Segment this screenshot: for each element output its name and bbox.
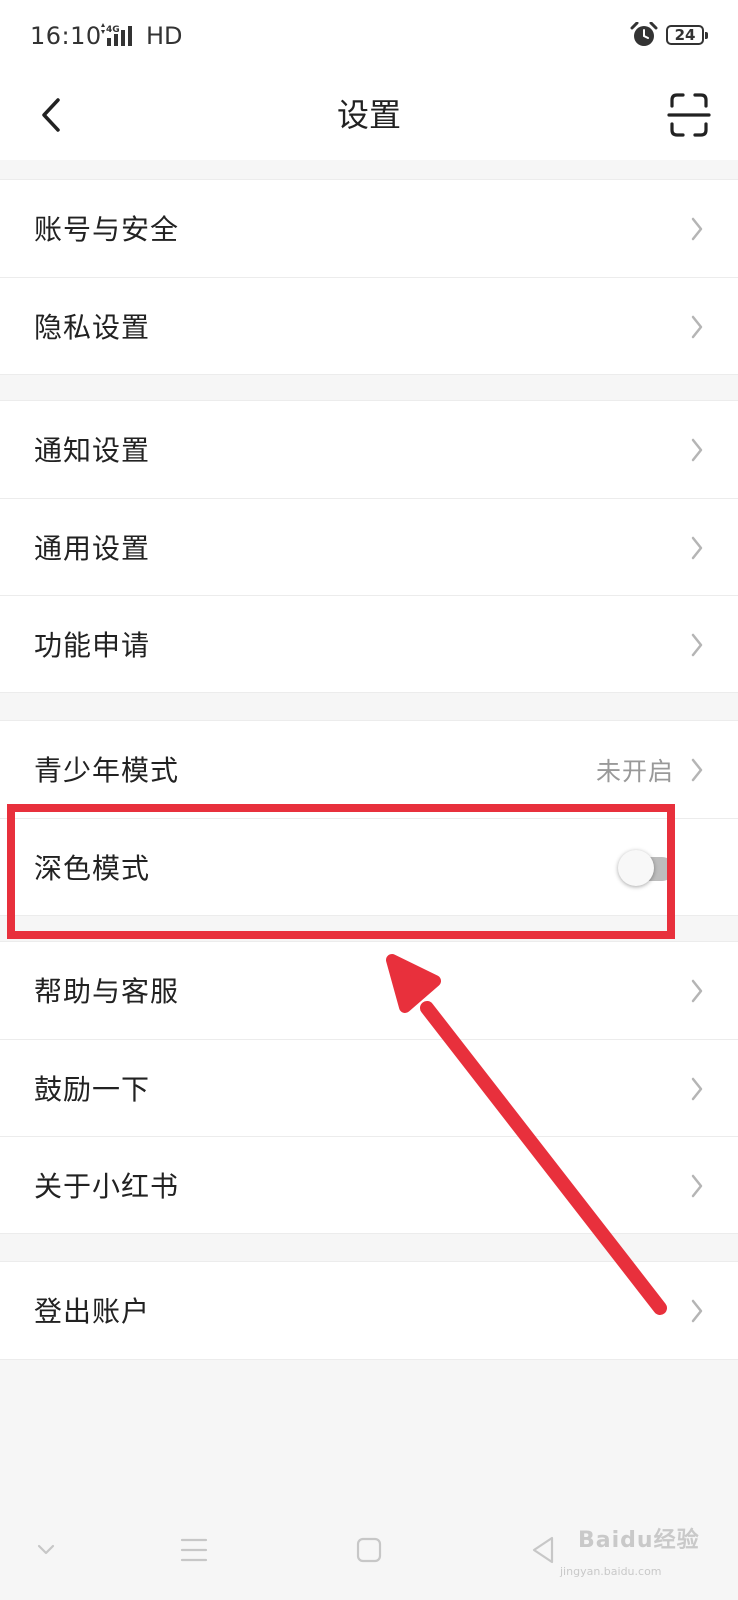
settings-group: 青少年模式 未开启 深色模式	[0, 720, 738, 916]
settings-item-notifications[interactable]: 通知设置	[0, 401, 738, 498]
chevron-right-icon	[691, 536, 703, 560]
nav-bar: 设置	[0, 72, 738, 160]
page-title: 设置	[336, 96, 401, 134]
toggle-knob	[618, 850, 654, 886]
chevron-down-icon[interactable]	[36, 1543, 56, 1557]
chevron-right-icon	[691, 979, 703, 1003]
home-icon[interactable]	[356, 1537, 382, 1563]
settings-item-account-security[interactable]: 账号与安全	[0, 180, 738, 277]
dark-mode-toggle[interactable]	[618, 850, 674, 886]
settings-item-about[interactable]: 关于小红书	[0, 1136, 738, 1233]
signal-icon: 4G	[98, 22, 142, 52]
settings-group: 账号与安全 隐私设置	[0, 179, 738, 375]
chevron-right-icon	[691, 633, 703, 657]
settings-item-label: 功能申请	[34, 629, 151, 662]
settings-group: 登出账户	[0, 1261, 738, 1360]
settings-item-label: 关于小红书	[34, 1170, 180, 1203]
watermark-url: jingyan.baidu.com	[560, 1565, 662, 1578]
alarm-icon	[630, 21, 658, 52]
chevron-right-icon	[691, 1077, 703, 1101]
settings-item-teen-mode[interactable]: 青少年模式 未开启	[0, 721, 738, 818]
network-type: 4G	[106, 25, 120, 35]
settings-item-label: 鼓励一下	[34, 1073, 151, 1106]
settings-item-general[interactable]: 通用设置	[0, 498, 738, 595]
hd-indicator: HD	[146, 22, 183, 50]
settings-item-label: 账号与安全	[34, 213, 180, 246]
settings-item-label: 深色模式	[34, 852, 151, 885]
settings-item-logout[interactable]: 登出账户	[0, 1262, 738, 1359]
settings-item-label: 通知设置	[34, 434, 151, 467]
settings-item-label: 隐私设置	[34, 311, 151, 344]
chevron-right-icon	[691, 1174, 703, 1198]
chevron-right-icon	[691, 438, 703, 462]
back-triangle-icon[interactable]	[530, 1535, 556, 1565]
settings-item-label: 通用设置	[34, 532, 151, 565]
settings-item-feature-request[interactable]: 功能申请	[0, 595, 738, 692]
scan-button[interactable]	[664, 88, 714, 142]
settings-item-label: 帮助与客服	[34, 975, 180, 1008]
settings-item-help[interactable]: 帮助与客服	[0, 942, 738, 1039]
teen-mode-status: 未开启	[595, 757, 674, 786]
settings-group: 通知设置 通用设置 功能申请	[0, 400, 738, 693]
chevron-right-icon	[691, 1299, 703, 1323]
chevron-right-icon	[691, 758, 703, 782]
settings-group: 帮助与客服 鼓励一下 关于小红书	[0, 941, 738, 1234]
settings-item-label: 登出账户	[34, 1295, 151, 1328]
settings-item-label: 青少年模式	[34, 754, 180, 787]
settings-item-encourage[interactable]: 鼓励一下	[0, 1039, 738, 1136]
menu-icon[interactable]	[180, 1537, 208, 1563]
watermark: Baidu经验	[578, 1528, 700, 1553]
settings-item-dark-mode: 深色模式	[0, 818, 738, 915]
status-time: 16:10	[30, 22, 102, 50]
scan-icon	[667, 93, 711, 137]
battery-icon: 24	[666, 25, 708, 45]
status-bar: 16:10 4G HD 24	[0, 0, 738, 72]
chevron-right-icon	[691, 315, 703, 339]
settings-item-privacy[interactable]: 隐私设置	[0, 277, 738, 374]
chevron-right-icon	[691, 217, 703, 241]
